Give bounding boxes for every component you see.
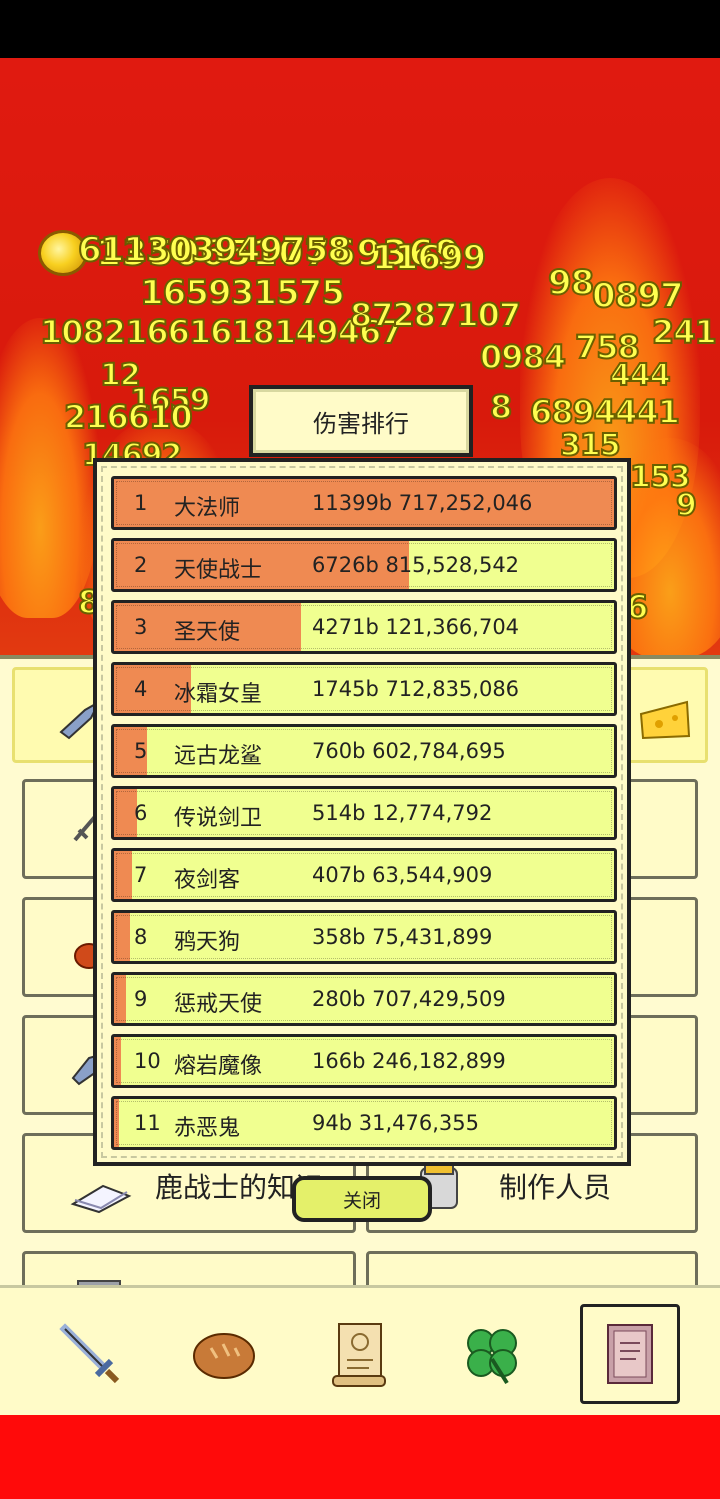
- bread-icon: [193, 1333, 255, 1379]
- close-button[interactable]: 关闭: [292, 1176, 432, 1222]
- damage-share-bar: [114, 1037, 122, 1085]
- book-icon: [607, 1324, 653, 1384]
- rank-number: 9: [134, 987, 148, 1011]
- nav-bread-button[interactable]: [176, 1306, 272, 1402]
- damage-number: 87287107: [349, 295, 522, 335]
- hero-name: 大法师: [174, 496, 241, 521]
- damage-share-bar: [114, 851, 132, 899]
- hero-name: 鸦天狗: [174, 930, 241, 955]
- clover-icon: [467, 1329, 517, 1385]
- hero-name: 天使战士: [174, 558, 263, 583]
- damage-number: 216610: [63, 397, 194, 437]
- damage-number: 8: [489, 387, 513, 427]
- damage-number: 10821661618149467: [39, 312, 404, 352]
- hero-name: 夜剑客: [174, 868, 241, 893]
- damage-value: 4271b 121,366,704: [312, 615, 520, 639]
- damage-share-bar: [114, 913, 130, 961]
- damage-share-bar: [114, 975, 127, 1023]
- modal-title-box: 伤害排行: [249, 385, 473, 457]
- damage-number: 0984: [479, 337, 567, 377]
- cheese-icon: [639, 700, 691, 740]
- damage-share-bar: [114, 1099, 119, 1147]
- damage-value: 6726b 815,528,542: [312, 553, 520, 577]
- hero-name: 远古龙鲨: [174, 744, 263, 769]
- damage-number: 98: [547, 262, 595, 304]
- damage-value: 166b 246,182,899: [312, 1049, 506, 1073]
- rank-number: 8: [134, 925, 148, 949]
- book-icon: [70, 1184, 132, 1214]
- rank-number: 4: [134, 677, 148, 701]
- bottom-navigation: [0, 1285, 720, 1415]
- ranking-row[interactable]: 9 惩戒天使 280b 707,429,509: [111, 972, 617, 1026]
- ranking-row[interactable]: 3 圣天使 4271b 121,366,704: [111, 600, 617, 654]
- ranking-row[interactable]: 7 夜剑客 407b 63,544,909: [111, 848, 617, 902]
- damage-value: 514b 12,774,792: [312, 801, 493, 825]
- ranking-row[interactable]: 6 传说剑卫 514b 12,774,792: [111, 786, 617, 840]
- hero-name: 圣天使: [174, 620, 241, 645]
- hero-name: 惩戒天使: [174, 992, 263, 1017]
- damage-ranking-modal: 1 大法师 11399b 717,252,046 2 天使战士 6726b 815,528…: [93, 458, 631, 1166]
- nav-book-button[interactable]: [580, 1304, 680, 1404]
- nav-sword-button[interactable]: [42, 1306, 138, 1402]
- damage-number: 165931575: [139, 272, 346, 314]
- nav-scroll-button[interactable]: [312, 1306, 408, 1402]
- hero-name: 赤恶鬼: [174, 1116, 241, 1141]
- rank-number: 3: [134, 615, 148, 639]
- damage-value: 11399b 717,252,046: [312, 491, 533, 515]
- ranking-row[interactable]: 2 天使战士 6726b 815,528,542: [111, 538, 617, 592]
- ranking-row[interactable]: 5 远古龙鲨 760b 602,784,695: [111, 724, 617, 778]
- damage-value: 1745b 712,835,086: [312, 677, 520, 701]
- damage-value: 280b 707,429,509: [312, 987, 506, 1011]
- ranking-row[interactable]: 4 冰霜女皇 1745b 712,835,086: [111, 662, 617, 716]
- hero-name: 冰霜女皇: [174, 682, 263, 707]
- nav-clover-button[interactable]: [444, 1306, 540, 1402]
- damage-value: 407b 63,544,909: [312, 863, 493, 887]
- system-bottom-bar: [0, 1415, 720, 1499]
- scroll-icon: [332, 1323, 386, 1387]
- ranking-row[interactable]: 8 鸦天狗 358b 75,431,899: [111, 910, 617, 964]
- damage-number: 6894441: [529, 392, 681, 432]
- ranking-row[interactable]: 11 赤恶鬼 94b 31,476,355: [111, 1096, 617, 1150]
- rank-number: 1: [134, 491, 148, 515]
- damage-number: 241: [651, 312, 718, 352]
- rank-number: 6: [134, 801, 148, 825]
- close-button-label: 关闭: [342, 1189, 381, 1212]
- rank-number: 10: [134, 1049, 161, 1073]
- hero-name: 传说剑卫: [174, 806, 263, 831]
- status-bar: [0, 0, 720, 58]
- damage-value: 760b 602,784,695: [312, 739, 506, 763]
- rank-number: 2: [134, 553, 148, 577]
- damage-number: 0897: [591, 275, 685, 317]
- rank-number: 7: [134, 863, 148, 887]
- damage-value: 358b 75,431,899: [312, 925, 493, 949]
- damage-number: 9: [675, 487, 698, 524]
- modal-title: 伤害排行: [313, 409, 409, 438]
- credits-label: 制作人员: [499, 1171, 612, 1204]
- damage-number: 444: [609, 357, 672, 394]
- sword-icon: [59, 1323, 120, 1384]
- hero-name: 熔岩魔像: [174, 1054, 263, 1079]
- ranking-row[interactable]: 1 大法师 11399b 717,252,046: [111, 476, 617, 530]
- ranking-row[interactable]: 10 熔岩魔像 166b 246,182,899: [111, 1034, 617, 1088]
- damage-number: 11699: [371, 237, 487, 279]
- damage-value: 94b 31,476,355: [312, 1111, 479, 1135]
- damage-number: 611303949758: [77, 229, 352, 271]
- rank-number: 11: [134, 1111, 161, 1135]
- rank-number: 5: [134, 739, 148, 763]
